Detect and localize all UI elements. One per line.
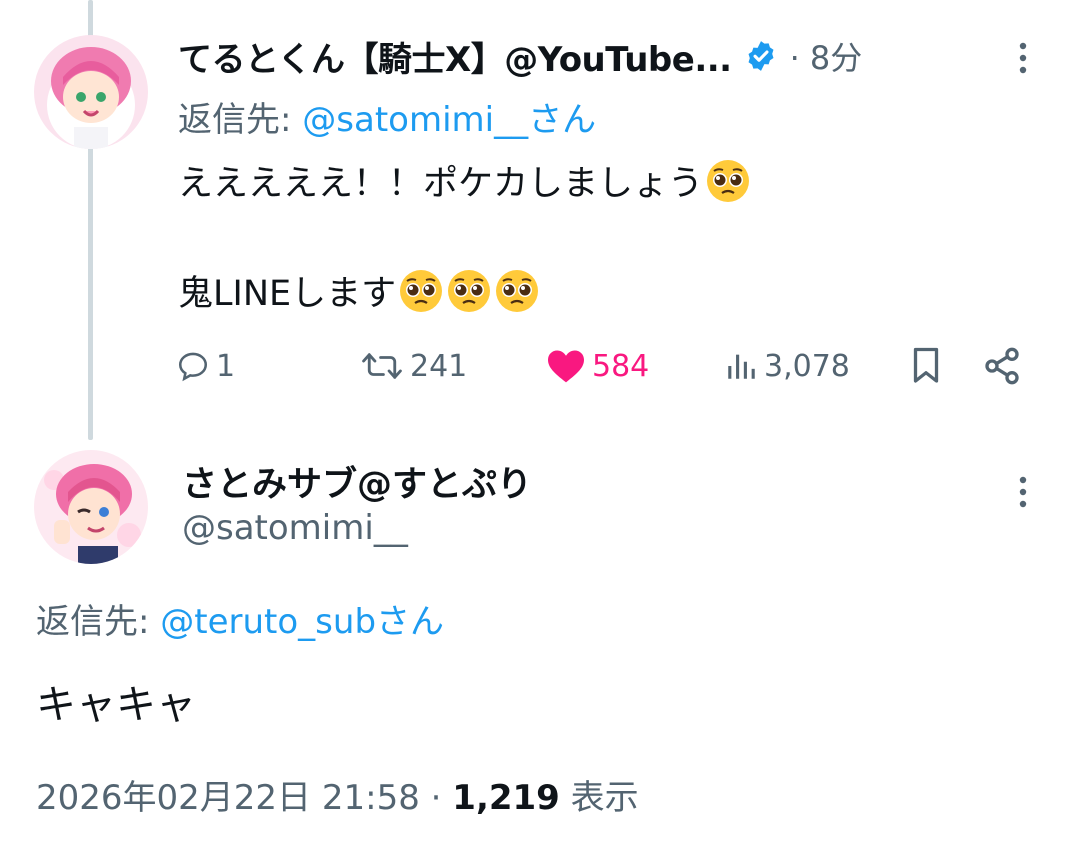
tweet-meta: 2026年02月22日 21:58 · 1,219 表示 [36,770,639,819]
reply-to-handle[interactable]: @teruto_subさん [160,602,444,642]
more-vertical-icon[interactable] [1008,474,1038,514]
tweet-text-line: えええええ！！ポケカしましょう [178,155,751,206]
avatar[interactable] [34,450,148,564]
share-button[interactable] [982,338,1022,394]
verified-badge-icon [744,39,778,73]
reply-to-line: 返信先: @teruto_subさん [36,594,444,643]
pleading-face-emoji [705,158,751,204]
reply-button[interactable]: 1 [176,338,235,394]
tweet-time[interactable]: · 8分 [790,33,863,79]
avatar[interactable] [34,35,148,149]
heart-icon [548,350,584,383]
display-name[interactable]: てるとくん【騎士X】@YouTube... [178,32,732,81]
pleading-face-emoji [494,268,540,314]
retweet-icon [362,353,402,379]
retweet-button[interactable]: 241 [360,338,467,394]
views-count: 1,219 [452,778,560,818]
tweet-text-line: 鬼LINEします [178,265,540,316]
tweet-text: キャキャ [36,682,196,728]
views-icon [728,354,755,379]
views-button[interactable]: 3,078 [724,338,850,394]
bookmark-icon [913,347,939,383]
pleading-face-emoji [398,268,444,314]
share-icon [985,347,1019,385]
tweet-thread: てるとくん【騎士X】@YouTube... · 8分 返信先: @satomim… [0,0,1080,843]
tweet-text: えええええ！！ポケカしましょう [178,164,704,204]
reply-to-handle[interactable]: @satomimi__さん [302,100,596,140]
reply-to-line: 返信先: @satomimi__さん [178,92,596,141]
reply-to-label: 返信先: [36,602,161,642]
retweet-count: 241 [410,348,468,384]
tweet-header: てるとくん【騎士X】@YouTube... · 8分 [178,32,862,80]
tweet-text: 鬼LINEします [178,274,397,314]
views-label: 表示 [559,778,639,818]
reply-to-label: 返信先: [178,100,303,140]
bookmark-button[interactable] [908,338,944,394]
like-count: 584 [592,348,650,384]
reply-icon [178,352,208,382]
more-vertical-icon[interactable] [1008,40,1038,80]
pleading-face-emoji [446,268,492,314]
tweet-timestamp[interactable]: 2026年02月22日 21:58 · [36,778,452,818]
display-name[interactable]: さとみサブ@すとぷり [182,456,532,507]
user-handle[interactable]: @satomimi__ [182,508,408,548]
reply-count: 1 [216,348,236,384]
action-bar: 1 241 584 3,078 [0,338,1080,394]
like-button[interactable]: 584 [546,338,649,394]
views-count: 3,078 [764,348,850,384]
